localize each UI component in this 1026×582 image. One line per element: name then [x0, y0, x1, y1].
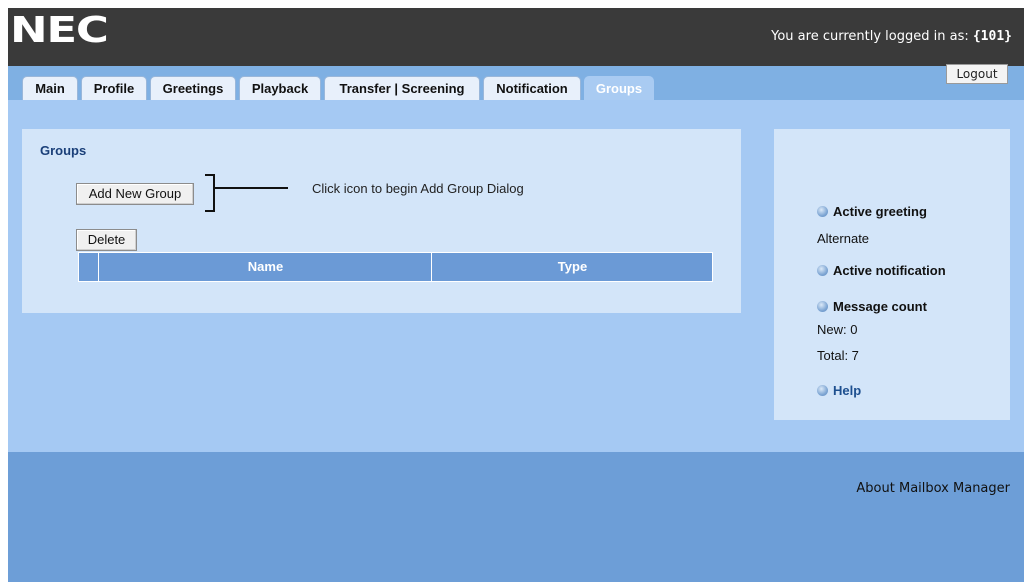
tab-main[interactable]: Main: [22, 76, 78, 100]
column-header-type[interactable]: Type: [431, 253, 713, 281]
active-notification-label: Active notification: [833, 263, 946, 278]
bullet-icon: [817, 385, 828, 396]
active-greeting-value: Alternate: [817, 231, 870, 246]
login-status: You are currently logged in as: {101}: [771, 29, 1012, 44]
column-header-name[interactable]: Name: [98, 253, 432, 281]
login-user: {101}: [972, 29, 1012, 44]
delete-button[interactable]: Delete: [76, 229, 137, 251]
callout-bracket: [205, 174, 288, 212]
active-greeting-heading: Active greeting: [817, 204, 927, 219]
footer: [8, 452, 1024, 582]
tab-groups[interactable]: Groups: [584, 76, 654, 100]
bullet-icon: [817, 206, 828, 217]
bullet-icon: [817, 265, 828, 276]
bullet-icon: [817, 301, 828, 312]
help-link[interactable]: Help: [833, 383, 861, 398]
active-greeting-label: Active greeting: [833, 204, 927, 219]
message-count-label: Message count: [833, 299, 927, 314]
tab-playback[interactable]: Playback: [239, 76, 321, 100]
message-count-heading: Message count: [817, 299, 927, 314]
new-message-count: New: 0: [817, 322, 858, 337]
groups-grid-header: Name Type: [78, 252, 713, 282]
callout-text: Click icon to begin Add Group Dialog: [312, 181, 524, 196]
active-notification-heading: Active notification: [817, 263, 946, 278]
tab-profile[interactable]: Profile: [81, 76, 147, 100]
about-mailbox-manager-link[interactable]: About Mailbox Manager: [856, 481, 1010, 496]
tab-greetings[interactable]: Greetings: [150, 76, 236, 100]
groups-title: Groups: [40, 143, 87, 158]
tab-transfer-screening[interactable]: Transfer | Screening: [324, 76, 480, 100]
tab-notification[interactable]: Notification: [483, 76, 581, 100]
add-new-group-button[interactable]: Add New Group: [76, 183, 194, 205]
logout-button[interactable]: Logout: [946, 64, 1008, 84]
help-heading[interactable]: Help: [817, 383, 861, 398]
groups-panel: [22, 129, 741, 313]
grid-select-column[interactable]: [79, 253, 98, 281]
nec-logo: NEC: [10, 10, 109, 51]
total-message-count: Total: 7: [817, 348, 859, 363]
header-bar: NEC You are currently logged in as: {101…: [8, 8, 1024, 66]
login-status-prefix: You are currently logged in as:: [771, 29, 973, 44]
